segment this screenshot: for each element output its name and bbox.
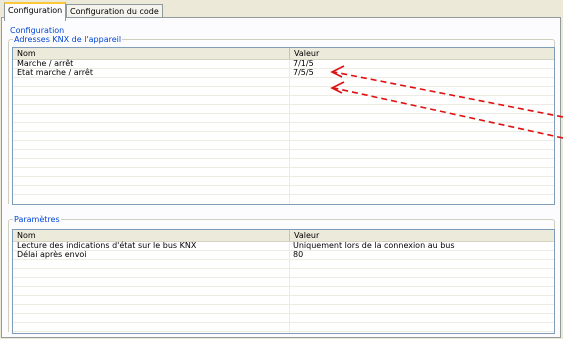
empty-row	[13, 78, 554, 87]
table-row[interactable]: Lecture des indications d'état sur le bu…	[13, 242, 554, 251]
knx-group-legend: Adresses KNX de l'appareil	[13, 35, 123, 44]
empty-row	[13, 168, 554, 177]
empty-row	[13, 105, 554, 114]
empty-row	[13, 132, 554, 141]
empty-row	[13, 287, 554, 296]
tab-panel: Configuration Adresses KNX de l'appareil…	[1, 17, 561, 338]
empty-row	[13, 269, 554, 278]
table-row[interactable]: Délai après envoi 80	[13, 251, 554, 260]
empty-row	[13, 87, 554, 96]
knx-grid-header: Nom Valeur	[13, 48, 554, 60]
table-row[interactable]: Etat marche / arrêt 7/5/5	[13, 69, 554, 78]
parameters-grid[interactable]: Nom Valeur Lecture des indications d'éta…	[12, 229, 555, 334]
empty-row	[13, 177, 554, 186]
column-header-valeur[interactable]: Valeur	[289, 48, 554, 59]
empty-row	[13, 323, 554, 332]
empty-row	[13, 296, 554, 305]
empty-row	[13, 114, 554, 123]
column-header-nom[interactable]: Nom	[13, 48, 289, 59]
empty-row	[13, 314, 554, 323]
params-grid-rows: Lecture des indications d'état sur le bu…	[13, 242, 554, 332]
cell-value[interactable]: Uniquement lors de la connexion au bus	[289, 242, 455, 250]
empty-row	[13, 186, 554, 195]
knx-grid-rows: Marche / arrêt 7/1/5 Etat marche / arrêt…	[13, 60, 554, 195]
cell-name: Lecture des indications d'état sur le bu…	[17, 241, 197, 250]
empty-row	[13, 141, 554, 150]
empty-row	[13, 278, 554, 287]
column-header-nom[interactable]: Nom	[13, 230, 289, 241]
empty-row	[13, 159, 554, 168]
cell-name: Etat marche / arrêt	[17, 68, 93, 77]
empty-row	[13, 150, 554, 159]
tab-strip: Configuration Configuration du code	[0, 0, 563, 21]
section-title: Configuration	[10, 26, 65, 35]
column-header-valeur[interactable]: Valeur	[289, 230, 554, 241]
empty-row	[13, 305, 554, 314]
empty-row	[13, 96, 554, 105]
cell-value[interactable]: 80	[289, 251, 303, 259]
knx-addresses-grid[interactable]: Nom Valeur Marche / arrêt 7/1/5 Etat mar…	[12, 47, 555, 205]
table-row[interactable]: Marche / arrêt 7/1/5	[13, 60, 554, 69]
cell-value[interactable]: 7/5/5	[289, 69, 314, 77]
tab-configuration[interactable]: Configuration	[4, 2, 67, 21]
cell-name: Délai après envoi	[17, 250, 87, 259]
cell-value[interactable]: 7/1/5	[289, 60, 314, 68]
params-group-legend: Paramètres	[13, 215, 61, 224]
empty-row	[13, 123, 554, 132]
empty-row	[13, 260, 554, 269]
cell-name: Marche / arrêt	[17, 59, 74, 68]
